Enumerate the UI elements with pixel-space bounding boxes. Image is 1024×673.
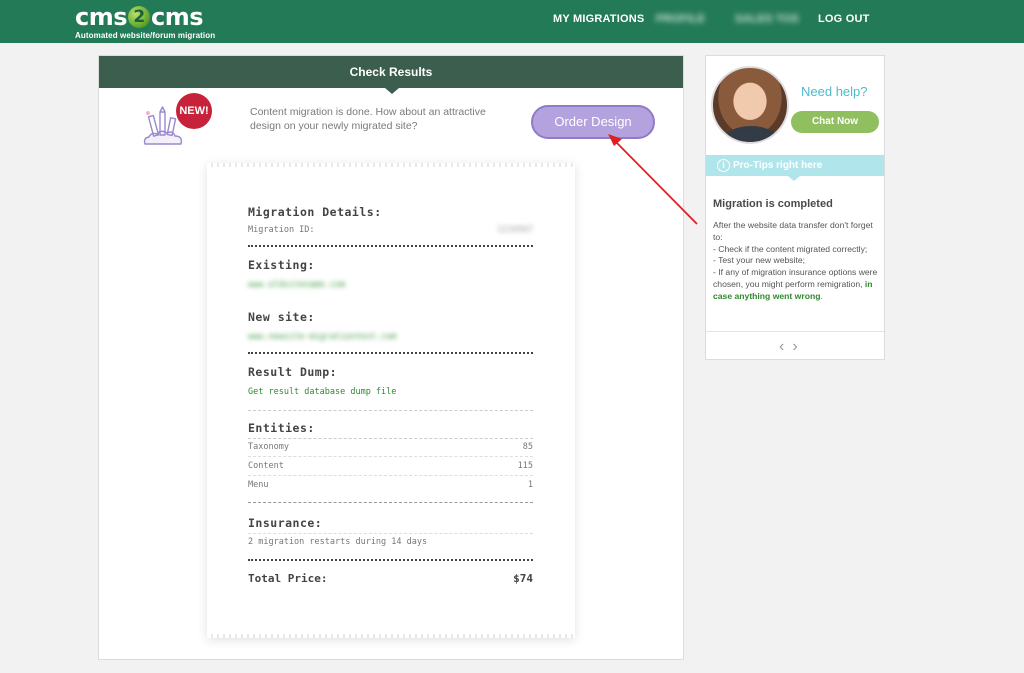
logo-left: cms [75,3,128,31]
support-agent-avatar [711,66,789,144]
logo-globe-icon: 2 [128,6,151,28]
entity-value: 1 [527,480,533,490]
logo-right: cms [151,3,204,31]
nav-my-migrations[interactable]: MY MIGRATIONS [553,13,644,25]
tips-divider [706,331,884,332]
pro-tips-label: Pro-Tips right here [733,160,823,171]
entity-row-taxonomy: Taxonomy 85 [248,439,533,457]
receipt-divider [248,352,533,354]
chevron-right-icon[interactable]: › [792,338,805,355]
total-price-label: Total Price: [248,572,328,585]
migration-id-label: Migration ID: [248,225,315,235]
tips-title: Migration is completed [713,198,833,210]
nav-logout[interactable]: LOG OUT [818,13,870,25]
receipt-divider [248,502,533,503]
need-help-text: Need help? [801,84,868,99]
total-price-row: Total Price: $74 [248,572,533,585]
avatar-shirt [723,126,779,142]
dump-download-link[interactable]: Get result database dump file [248,387,533,397]
tip-item: - Check if the content migrated correctl… [713,243,868,254]
top-navigation-bar: cms 2 cms Automated website/forum migrat… [0,0,1024,43]
existing-site-heading: Existing: [248,258,315,272]
order-design-button[interactable]: Order Design [531,105,655,139]
chevron-left-icon[interactable]: ‹ [779,338,792,355]
new-site-heading: New site: [248,310,315,324]
logo-tagline: Automated website/forum migration [75,31,216,40]
tip-item: - Test your new website; [713,255,806,266]
migration-receipt: Migration Details: Migration ID: 1234567… [207,163,575,638]
entity-label: Menu [248,480,269,490]
design-promo-text: Content migration is done. How about an … [250,106,486,132]
tips-intro: After the website data transfer don't fo… [713,220,873,242]
receipt-divider [248,410,533,411]
entity-value: 85 [522,442,533,452]
entities-heading: Entities: [248,421,315,435]
entity-value: 115 [517,461,533,471]
migration-details-heading: Migration Details: [248,205,382,219]
receipt-divider [248,245,533,247]
tip-item: - If any of migration insurance options … [713,267,879,302]
panel-title: Check Results [99,56,683,94]
entity-label: Content [248,461,284,471]
check-results-panel: Check Results NEW! Content migration is … [98,55,684,660]
cms2cms-logo[interactable]: cms 2 cms Automated website/forum migrat… [75,4,215,40]
tip-end: . [820,290,823,301]
chat-now-button[interactable]: Chat Now [791,111,879,133]
receipt-divider [248,559,533,561]
help-sidebar: Need help? Chat Now i Pro-Tips right here… [705,55,885,360]
migration-id-row: Migration ID: 1234567 [248,225,533,235]
insurance-heading: Insurance: [248,516,323,530]
insurance-text: 2 migration restarts during 14 days [248,533,533,547]
migration-id-value: 1234567 [497,225,533,235]
existing-site-url[interactable]: www.oldsitename.com [248,280,533,290]
pro-tips-bar: i Pro-Tips right here [706,155,884,181]
info-icon: i [717,159,730,172]
entity-row-menu: Menu 1 [248,476,533,494]
new-badge: NEW! [176,93,212,129]
entity-row-content: Content 115 [248,457,533,476]
tips-pagination: ‹› [779,338,806,356]
new-site-url[interactable]: www.newsite-migrationtest.com [248,332,533,342]
total-price-value: $74 [513,572,533,585]
tips-body: After the website data transfer don't fo… [713,220,879,303]
logo-wordmark: cms 2 cms [75,4,215,30]
nav-blurred-item-1[interactable]: PROFILE [656,13,705,25]
tip-text: - If any of migration insurance options … [713,267,878,289]
entity-label: Taxonomy [248,442,289,452]
nav-blurred-item-2[interactable]: SALES TOS [735,13,799,25]
result-dump-heading: Result Dump: [248,365,338,379]
